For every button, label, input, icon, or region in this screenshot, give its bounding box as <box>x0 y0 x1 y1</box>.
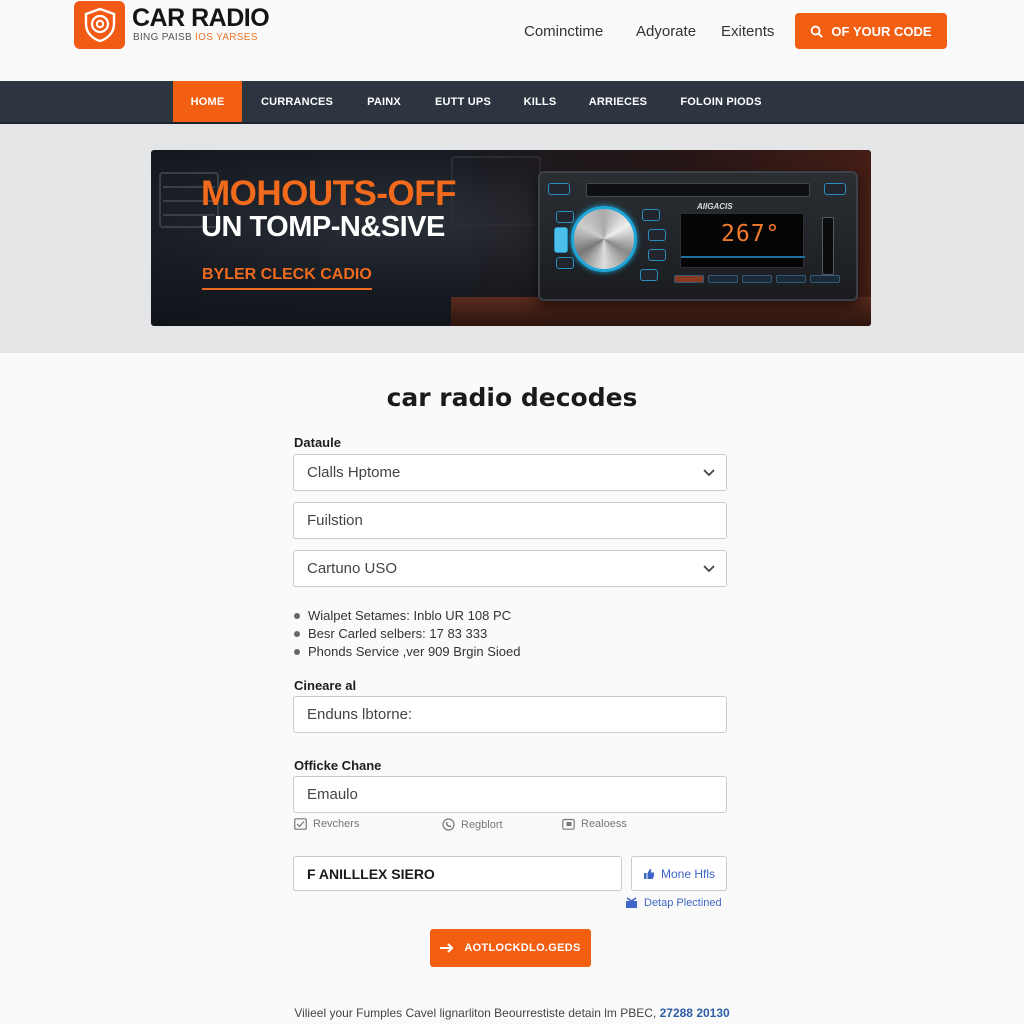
dashboard-vent <box>451 156 541 226</box>
radio-button <box>642 209 660 221</box>
section-label-officke: Officke Chane <box>294 758 382 773</box>
serial-input[interactable]: Fuilstion <box>293 502 727 539</box>
option-regblort[interactable]: Regblort <box>442 818 503 831</box>
radio-button <box>824 183 846 195</box>
volume-knob <box>571 206 637 272</box>
hero-headline: MOHOUTS-OFF <box>201 174 457 213</box>
option-label: Revchers <box>313 818 360 830</box>
logo-tagline: BING PAISB IOS YARSES <box>133 32 258 43</box>
radio-button <box>554 227 568 253</box>
radio-eject-button <box>548 183 570 195</box>
usb-slot <box>822 217 834 275</box>
deep-link-label: Detap Plectined <box>644 897 722 909</box>
radio-preset-buttons <box>674 275 840 283</box>
radio-button <box>648 229 666 241</box>
promo-code-input[interactable]: F ANILLLEX SIERO <box>293 856 622 891</box>
top-link-3[interactable]: Exitents <box>721 23 774 40</box>
info-list-item: Phonds Service ,ver 909 Brgin Sioed <box>294 643 520 661</box>
preset-button <box>810 275 840 283</box>
nav-item-currances[interactable]: CURRANCES <box>252 81 342 122</box>
gift-icon <box>626 897 637 908</box>
cd-slot <box>586 183 810 197</box>
site-header: CAR RADIO BING PAISB IOS YARSES Comincti… <box>0 0 1024 81</box>
unlock-code-button[interactable]: AOTLOCKDLO.GEDS <box>430 929 591 967</box>
option-revchers[interactable]: Revchers <box>294 818 359 830</box>
preset-button <box>742 275 772 283</box>
nav-item-arrieces[interactable]: ARRIECES <box>582 81 654 122</box>
info-list: Wialpet Setames: Inblo UR 108 PC Besr Ca… <box>294 607 520 661</box>
page-title: car radio decodes <box>386 383 638 412</box>
hero-banner: MOHOUTS-OFF UN TOMP-N&SIVE BYLER CLECK C… <box>151 150 871 326</box>
option-realoess[interactable]: Realoess <box>562 818 627 830</box>
name-input-value: Enduns lbtorne: <box>307 706 413 723</box>
checkbox-icon <box>294 818 307 830</box>
info-list-item: Besr Carled selbers: 17 83 333 <box>294 625 520 643</box>
find-code-button[interactable]: OF YOUR CODE <box>795 13 947 49</box>
section-label-cineare: Cineare al <box>294 678 357 693</box>
nav-item-painx[interactable]: PAINX <box>360 81 408 122</box>
car-radio-image: AIIGACIS 267° <box>538 171 858 301</box>
country-select-value: Cartuno USO <box>307 560 398 577</box>
radio-brand: AIIGACIS <box>697 202 733 211</box>
country-select[interactable]: Cartuno USO <box>293 550 727 587</box>
nav-item-home[interactable]: HOME <box>173 81 242 122</box>
radio-button <box>556 257 574 269</box>
search-icon <box>811 25 824 38</box>
name-input[interactable]: Enduns lbtorne: <box>293 696 727 733</box>
nav-item-foloin-piods[interactable]: FOLOIN PIODS <box>674 81 768 122</box>
preset-button <box>708 275 738 283</box>
top-link-2[interactable]: Adyorate <box>636 23 696 40</box>
preset-button <box>674 275 704 283</box>
tagline-part-2: IOS YARSES <box>195 32 258 43</box>
footer-note: Vilieel your Fumples Cavel lignarliton B… <box>0 1006 1024 1020</box>
option-label: Realoess <box>581 818 627 830</box>
serial-input-value: Fuilstion <box>307 512 363 529</box>
section-label-dataule: Dataule <box>294 435 341 450</box>
nav-item-eutt-ups[interactable]: EUTT UPS <box>428 81 498 122</box>
promo-code-value: F ANILLLEX SIERO <box>307 865 435 882</box>
info-list-item: Wialpet Setames: Inblo UR 108 PC <box>294 607 520 625</box>
email-input[interactable]: Emaulo <box>293 776 727 813</box>
model-select-value: Clalls Hptome <box>307 464 401 481</box>
hero-cta-link[interactable]: BYLER CLECK CADIO <box>202 266 372 290</box>
logo-title: CAR RADIO <box>132 4 270 32</box>
radio-button <box>640 269 658 281</box>
logo-shield-icon[interactable] <box>74 1 125 49</box>
arrow-right-icon <box>440 943 454 953</box>
radio-shelf <box>451 297 871 326</box>
option-label: Regblort <box>461 818 503 831</box>
find-code-label: OF YOUR CODE <box>831 23 932 39</box>
more-info-label: Mone Hfls <box>660 866 716 881</box>
footer-text: Vilieel your Fumples Cavel lignarliton B… <box>294 1006 657 1020</box>
hero-subheadline: UN TOMP-N&SIVE <box>201 211 445 243</box>
more-info-button[interactable]: Mone Hfls <box>631 856 727 891</box>
calendar-icon <box>562 818 575 830</box>
tagline-part-1: BING PAISB <box>133 32 192 43</box>
unlock-code-label: AOTLOCKDLO.GEDS <box>464 942 581 954</box>
radio-button <box>648 249 666 261</box>
deep-link[interactable]: Detap Plectined <box>625 897 722 909</box>
preset-button <box>776 275 806 283</box>
radio-display: 267° <box>680 213 805 268</box>
chevron-down-icon <box>703 469 715 477</box>
thumbs-up-icon <box>643 868 654 879</box>
top-link-1[interactable]: Cominctime <box>524 23 603 40</box>
phone-icon <box>442 818 455 831</box>
email-input-value: Emaulo <box>307 786 358 803</box>
main-nav: HOME CURRANCES PAINX EUTT UPS KILLS ARRI… <box>0 81 1024 124</box>
model-select[interactable]: Clalls Hptome <box>293 454 727 491</box>
display-eq-bar <box>681 256 805 258</box>
nav-item-kills[interactable]: KILLS <box>518 81 562 122</box>
radio-button <box>556 211 574 223</box>
chevron-down-icon <box>703 565 715 573</box>
radio-display-value: 267° <box>721 221 781 247</box>
footer-number: 27288 20130 <box>659 1006 730 1020</box>
